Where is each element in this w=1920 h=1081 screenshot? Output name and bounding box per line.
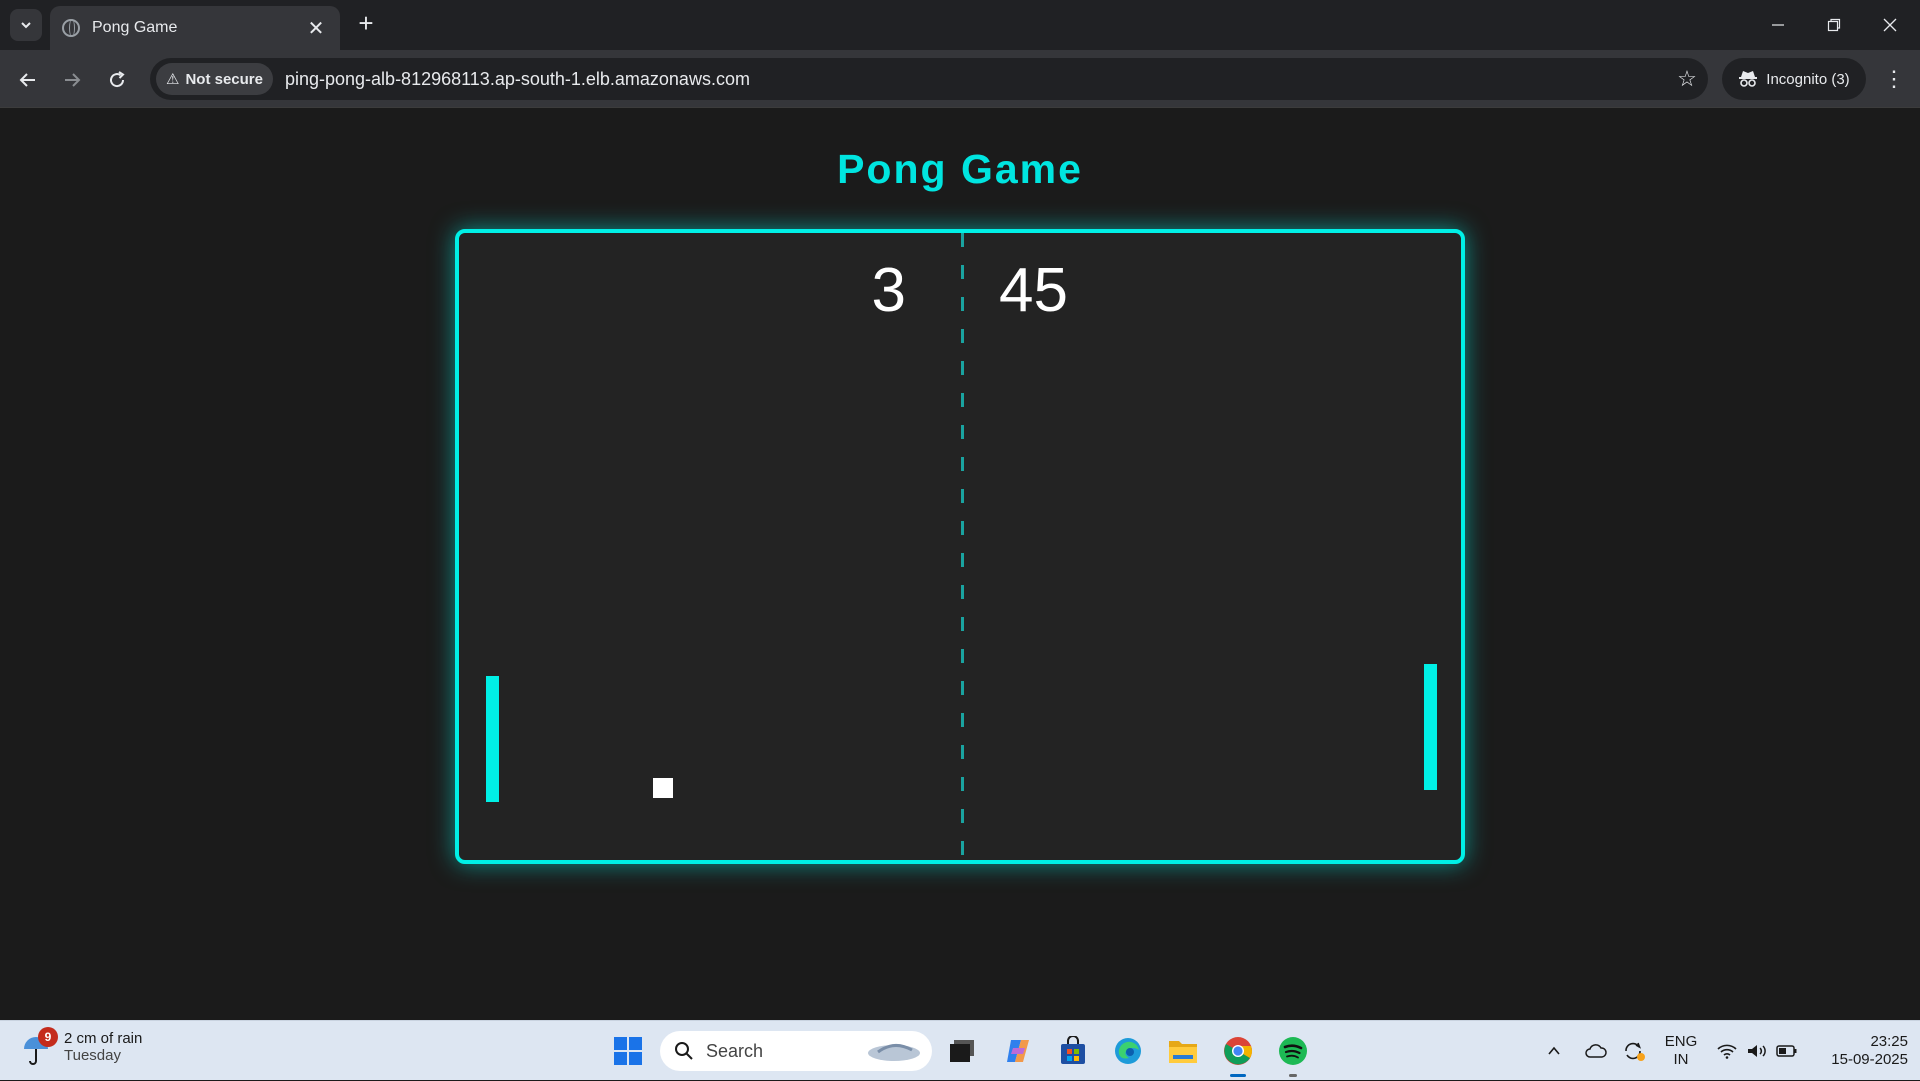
edge-icon[interactable] — [1108, 1031, 1148, 1071]
weather-alert-badge: 9 — [38, 1027, 58, 1047]
chrome-icon[interactable] — [1218, 1031, 1258, 1077]
bookmark-star-icon[interactable]: ☆ — [1666, 66, 1708, 92]
clock-date: 15-09-2025 — [1831, 1051, 1908, 1068]
battery-icon[interactable] — [1772, 1021, 1802, 1081]
clock-time: 23:25 — [1870, 1033, 1908, 1050]
security-label: Not secure — [185, 70, 263, 88]
task-view-icon[interactable] — [942, 1031, 982, 1071]
minimize-icon — [1772, 24, 1784, 26]
close-window-button[interactable] — [1862, 0, 1918, 50]
incognito-button[interactable]: Incognito (3) — [1722, 58, 1866, 100]
store-icon[interactable] — [1053, 1031, 1093, 1071]
language-code: ENG — [1664, 1033, 1698, 1050]
running-app-indicator — [1289, 1074, 1297, 1077]
windows-taskbar: 9 2 cm of rain Tuesday Search ENG IN 23:… — [0, 1020, 1920, 1080]
input-language-indicator[interactable]: ENG IN — [1658, 1033, 1704, 1069]
copilot-icon[interactable] — [998, 1031, 1038, 1071]
minimize-button[interactable] — [1750, 0, 1806, 50]
globe-icon — [62, 19, 80, 37]
address-bar[interactable]: ⚠ Not secure ping-pong-alb-812968113.ap-… — [150, 58, 1708, 100]
url-text[interactable]: ping-pong-alb-812968113.ap-south-1.elb.a… — [285, 69, 1666, 90]
search-placeholder: Search — [706, 1040, 764, 1061]
right-player-score: 45 — [999, 256, 1068, 325]
system-clock[interactable]: 23:25 15-09-2025 — [1808, 1033, 1908, 1069]
page-content: Pong Game 3 45 — [0, 109, 1920, 1020]
warning-icon: ⚠ — [166, 71, 180, 88]
center-net — [961, 233, 964, 860]
left-paddle — [486, 676, 499, 802]
more-menu-icon[interactable]: ⋮ — [1880, 64, 1908, 96]
restore-icon — [1827, 18, 1841, 32]
forward-button[interactable] — [56, 64, 88, 96]
tab-search-button[interactable] — [10, 9, 42, 41]
search-highlight-icon — [868, 1044, 920, 1061]
incognito-label: Incognito (3) — [1766, 70, 1850, 88]
active-app-indicator — [1230, 1074, 1246, 1077]
onedrive-cloud-icon[interactable] — [1580, 1021, 1612, 1081]
right-paddle — [1424, 664, 1437, 790]
tab-pong-game[interactable]: Pong Game ✕ — [50, 6, 340, 50]
tab-strip: Pong Game ✕ + — [0, 0, 1920, 50]
umbrella-icon: 9 — [22, 1027, 58, 1065]
weather-condition: 2 cm of rain — [64, 1030, 143, 1047]
close-tab-icon[interactable]: ✕ — [304, 16, 328, 41]
sync-update-icon[interactable] — [1618, 1021, 1650, 1081]
search-icon — [675, 1042, 693, 1060]
restore-button[interactable] — [1806, 0, 1862, 50]
weather-widget[interactable]: 9 2 cm of rain Tuesday — [22, 1027, 143, 1065]
new-tab-button[interactable]: + — [352, 10, 380, 38]
volume-icon[interactable] — [1742, 1021, 1772, 1081]
close-icon — [1883, 18, 1897, 32]
arrow-right-icon — [65, 73, 81, 87]
tab-title: Pong Game — [92, 19, 178, 36]
game-board[interactable]: 3 45 — [455, 229, 1465, 864]
ball — [653, 778, 673, 798]
browser-toolbar: ⚠ Not secure ping-pong-alb-812968113.ap-… — [0, 50, 1920, 108]
spotify-icon[interactable] — [1273, 1031, 1313, 1077]
file-explorer-icon[interactable] — [1163, 1031, 1203, 1071]
back-button[interactable] — [12, 64, 44, 96]
reload-icon — [110, 71, 125, 88]
arrow-left-icon — [19, 73, 35, 87]
start-icon[interactable] — [608, 1031, 648, 1071]
chevron-down-icon — [21, 22, 31, 29]
reload-button[interactable] — [101, 64, 133, 96]
region-code: IN — [1673, 1051, 1689, 1068]
weather-day: Tuesday — [64, 1047, 121, 1064]
taskbar-search[interactable]: Search — [660, 1031, 932, 1071]
wifi-icon[interactable] — [1712, 1021, 1742, 1081]
incognito-icon — [1739, 71, 1758, 87]
show-hidden-icons-chevron-up-icon[interactable] — [1540, 1021, 1568, 1081]
page-title: Pong Game — [837, 146, 1083, 192]
left-player-score: 3 — [871, 256, 906, 325]
security-indicator[interactable]: ⚠ Not secure — [156, 63, 273, 95]
